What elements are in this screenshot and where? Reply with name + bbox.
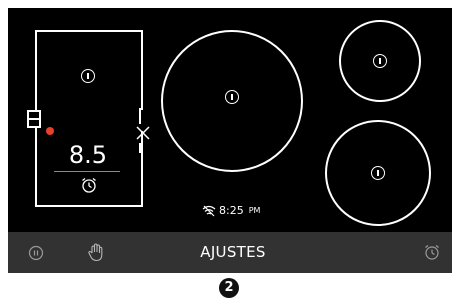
close-icon[interactable] xyxy=(135,125,151,141)
info-icon[interactable] xyxy=(225,90,239,104)
info-icon[interactable] xyxy=(81,69,95,83)
pause-icon[interactable] xyxy=(28,245,44,261)
power-level-value[interactable]: 8.5 xyxy=(48,141,128,169)
step-number-badge: 2 xyxy=(219,278,239,298)
alarm-clock-icon[interactable] xyxy=(80,176,98,194)
clock-period: PM xyxy=(248,206,261,215)
alarm-clock-icon[interactable] xyxy=(423,243,441,261)
active-indicator-dot xyxy=(46,127,54,135)
info-icon[interactable] xyxy=(371,166,385,180)
cooktop-screen: 8.5 8:25 PM AJUSTES xyxy=(8,8,452,273)
bridge-zone-icon[interactable] xyxy=(27,110,41,128)
wifi-icon xyxy=(202,205,216,216)
clock-time: 8:25 xyxy=(219,204,244,217)
status-clock: 8:25 PM xyxy=(202,204,260,217)
bottom-bar: AJUSTES xyxy=(8,232,452,273)
hand-lock-icon[interactable] xyxy=(87,243,105,263)
settings-label[interactable]: AJUSTES xyxy=(158,232,308,273)
zone-divider xyxy=(139,108,141,124)
info-icon[interactable] xyxy=(373,54,387,68)
power-level-underline xyxy=(54,171,120,172)
